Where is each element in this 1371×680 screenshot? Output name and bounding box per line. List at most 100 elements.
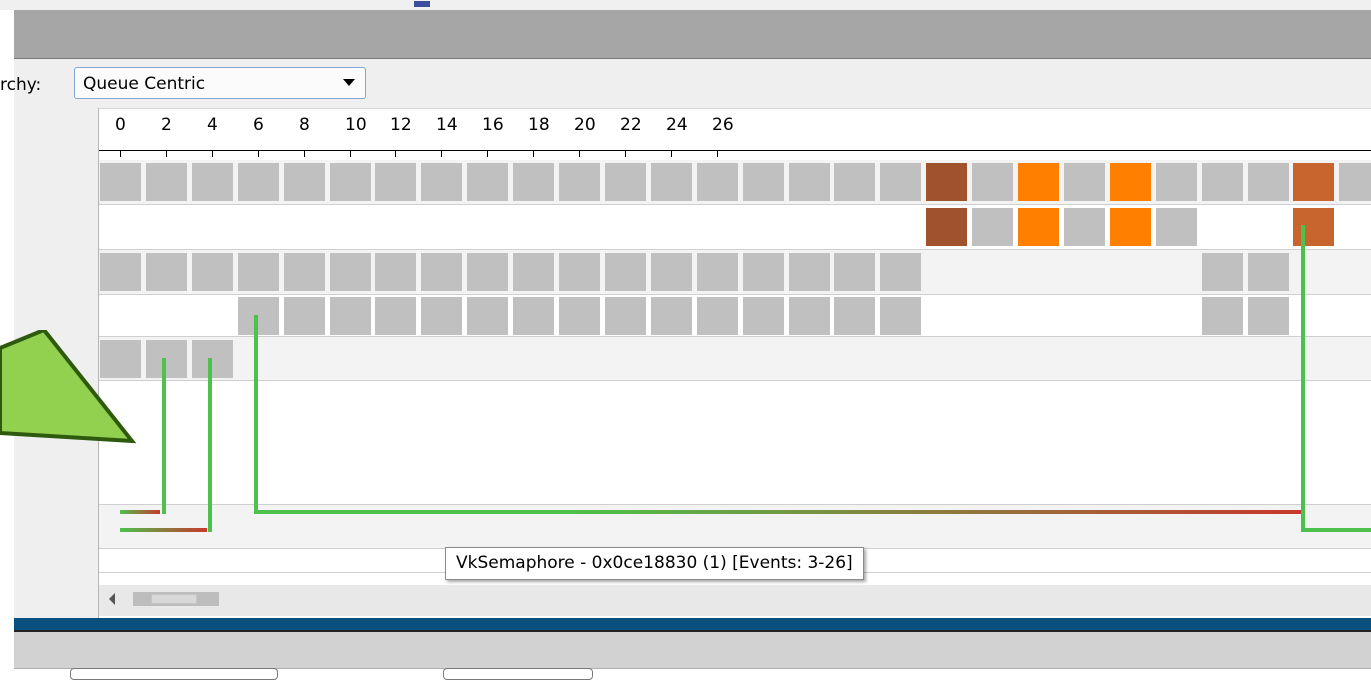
scroll-thumb[interactable] xyxy=(133,592,219,606)
event-block[interactable] xyxy=(330,253,371,291)
event-block[interactable] xyxy=(834,163,875,201)
event-block[interactable] xyxy=(284,163,325,201)
event-block[interactable] xyxy=(1339,163,1371,201)
event-block[interactable] xyxy=(651,163,692,201)
event-block[interactable] xyxy=(1064,163,1105,201)
event-block[interactable] xyxy=(1248,253,1289,291)
scroll-thumb-grip xyxy=(151,594,197,604)
event-block[interactable] xyxy=(238,253,279,291)
semaphore-wait-line[interactable] xyxy=(258,510,1303,514)
panel-title-bar xyxy=(14,10,1371,59)
event-block[interactable] xyxy=(1202,297,1243,335)
bottom-toolbar xyxy=(14,632,1371,669)
event-block[interactable] xyxy=(467,253,508,291)
event-block[interactable] xyxy=(789,297,830,335)
event-block[interactable] xyxy=(146,340,187,378)
event-block[interactable] xyxy=(834,297,875,335)
event-block[interactable] xyxy=(421,163,462,201)
hierarchy-select-value: Queue Centric xyxy=(83,74,206,94)
semaphore-signal-line[interactable] xyxy=(254,315,258,514)
semaphore-signal-line xyxy=(1301,225,1305,532)
event-block[interactable] xyxy=(697,253,738,291)
event-block[interactable] xyxy=(559,163,600,201)
event-block[interactable] xyxy=(926,208,967,246)
event-block[interactable] xyxy=(605,297,646,335)
event-block[interactable] xyxy=(100,253,141,291)
event-block[interactable] xyxy=(1018,163,1059,201)
timeline-scrollbar[interactable] xyxy=(99,585,1371,616)
event-block[interactable] xyxy=(605,253,646,291)
event-block[interactable] xyxy=(375,297,416,335)
event-block[interactable] xyxy=(375,163,416,201)
event-block[interactable] xyxy=(375,253,416,291)
callout-arrow xyxy=(0,330,137,444)
semaphore-tooltip: VkSemaphore - 0x0ce18830 (1) [Events: 3-… xyxy=(445,547,864,580)
event-block[interactable] xyxy=(1202,253,1243,291)
event-block[interactable] xyxy=(880,253,921,291)
event-block[interactable] xyxy=(651,297,692,335)
event-block[interactable] xyxy=(743,253,784,291)
scroll-left-arrow-icon[interactable] xyxy=(109,593,115,605)
event-block[interactable] xyxy=(1248,297,1289,335)
event-block[interactable] xyxy=(238,297,279,335)
event-block[interactable] xyxy=(513,163,554,201)
event-block[interactable] xyxy=(880,297,921,335)
event-block[interactable] xyxy=(651,253,692,291)
event-block[interactable] xyxy=(284,253,325,291)
event-block[interactable] xyxy=(467,297,508,335)
hierarchy-select[interactable]: Queue Centric xyxy=(74,67,366,99)
event-block[interactable] xyxy=(880,163,921,201)
event-block[interactable] xyxy=(513,297,554,335)
semaphore-signal-line xyxy=(1303,528,1371,532)
event-block[interactable] xyxy=(1064,208,1105,246)
hierarchy-label: rchy: xyxy=(0,75,42,95)
event-block[interactable] xyxy=(743,297,784,335)
event-block[interactable] xyxy=(330,297,371,335)
event-block[interactable] xyxy=(1248,163,1289,201)
event-block[interactable] xyxy=(743,163,784,201)
event-block[interactable] xyxy=(330,163,371,201)
event-block[interactable] xyxy=(1110,163,1151,201)
event-block[interactable] xyxy=(513,253,554,291)
chevron-down-icon xyxy=(343,79,355,86)
event-block[interactable] xyxy=(697,297,738,335)
semaphore-signal-line xyxy=(208,358,212,532)
semaphore-wait-line xyxy=(120,528,207,532)
event-block[interactable] xyxy=(1156,163,1197,201)
event-block[interactable] xyxy=(559,253,600,291)
event-block[interactable] xyxy=(789,253,830,291)
bottom-input-field[interactable] xyxy=(70,668,278,680)
event-block[interactable] xyxy=(100,163,141,201)
event-block[interactable] xyxy=(1156,208,1197,246)
event-block[interactable] xyxy=(789,163,830,201)
event-cells xyxy=(99,108,1371,588)
event-block[interactable] xyxy=(421,253,462,291)
event-block[interactable] xyxy=(1293,163,1334,201)
event-block[interactable] xyxy=(467,163,508,201)
event-block[interactable] xyxy=(834,253,875,291)
event-block[interactable] xyxy=(972,208,1013,246)
event-block[interactable] xyxy=(1018,208,1059,246)
event-block[interactable] xyxy=(1293,208,1334,246)
event-block[interactable] xyxy=(1202,163,1243,201)
event-block[interactable] xyxy=(192,253,233,291)
top-menu-strip xyxy=(0,0,1371,10)
event-block[interactable] xyxy=(146,253,187,291)
timeline-view[interactable]: 0 2 4 6 8 10 12 14 16 18 20 22 24 26 xyxy=(99,108,1371,618)
event-block[interactable] xyxy=(697,163,738,201)
tooltip-text: VkSemaphore - 0x0ce18830 (1) [Events: 3-… xyxy=(456,553,853,573)
semaphore-signal-line xyxy=(162,358,166,514)
event-block[interactable] xyxy=(1110,208,1151,246)
event-block[interactable] xyxy=(421,297,462,335)
event-block[interactable] xyxy=(192,163,233,201)
event-block[interactable] xyxy=(146,163,187,201)
event-block[interactable] xyxy=(238,163,279,201)
event-block[interactable] xyxy=(559,297,600,335)
event-block[interactable] xyxy=(192,340,233,378)
event-block[interactable] xyxy=(605,163,646,201)
bottom-input-field[interactable] xyxy=(443,668,593,680)
event-block[interactable] xyxy=(284,297,325,335)
event-block[interactable] xyxy=(926,163,967,201)
toolbar-icon[interactable] xyxy=(414,1,430,7)
event-block[interactable] xyxy=(972,163,1013,201)
